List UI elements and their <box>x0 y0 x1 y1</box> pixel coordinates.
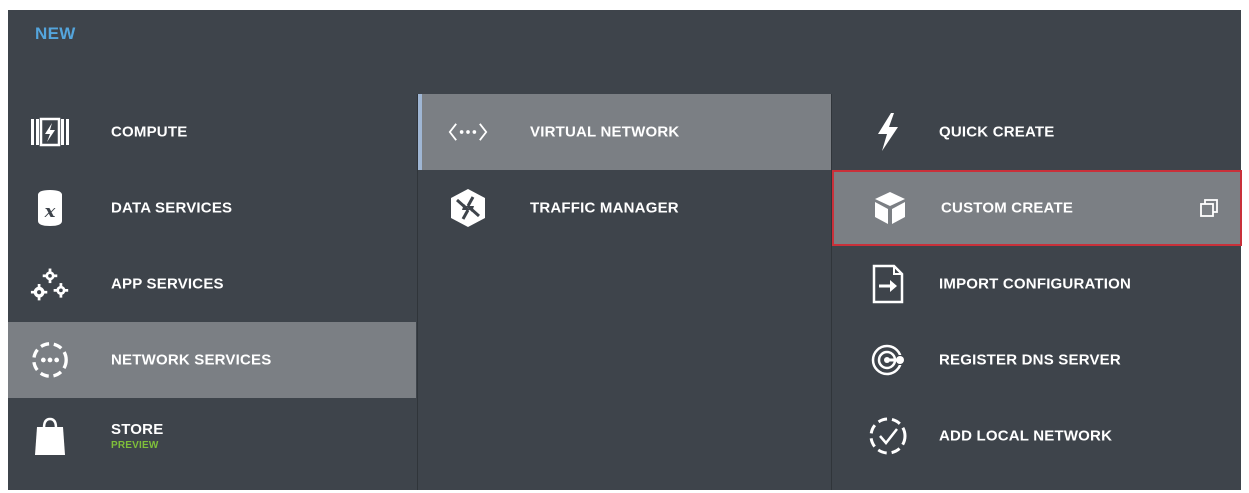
popout-icon[interactable] <box>1200 199 1218 217</box>
service-label: TRAFFIC MANAGER <box>530 199 679 217</box>
service-traffic-manager[interactable]: TRAFFIC MANAGER <box>418 170 831 246</box>
action-add-local-network[interactable]: ADD LOCAL NETWORK <box>832 398 1242 474</box>
new-menu-panel: NEW COMPUTE x DATA SERVICES APP SERVICES… <box>8 10 1242 490</box>
lightning-icon <box>868 112 908 152</box>
action-label: CUSTOM CREATE <box>941 199 1074 217</box>
package-icon <box>870 188 910 228</box>
category-store[interactable]: STORE PREVIEW <box>8 398 416 474</box>
action-register-dns-server[interactable]: REGISTER DNS SERVER <box>832 322 1242 398</box>
add-local-network-icon <box>868 416 908 456</box>
store-icon <box>30 416 70 456</box>
import-icon <box>868 264 908 304</box>
category-label: NETWORK SERVICES <box>111 351 272 369</box>
app-services-icon <box>30 264 70 304</box>
service-label: VIRTUAL NETWORK <box>530 123 680 141</box>
virtual-network-icon <box>448 112 488 152</box>
category-app-services[interactable]: APP SERVICES <box>8 246 416 322</box>
new-header-title: NEW <box>35 24 76 43</box>
action-import-configuration[interactable]: IMPORT CONFIGURATION <box>832 246 1242 322</box>
selection-accent-bar <box>418 94 422 170</box>
category-label: DATA SERVICES <box>111 199 233 217</box>
category-network-services[interactable]: NETWORK SERVICES <box>8 322 416 398</box>
action-label: IMPORT CONFIGURATION <box>939 275 1132 293</box>
action-quick-create[interactable]: QUICK CREATE <box>832 94 1242 170</box>
data-services-icon: x <box>30 188 70 228</box>
store-label: STORE <box>111 421 164 438</box>
service-virtual-network[interactable]: VIRTUAL NETWORK <box>418 94 831 170</box>
category-label: COMPUTE <box>111 123 188 141</box>
category-column: COMPUTE x DATA SERVICES APP SERVICES NET… <box>8 94 416 490</box>
actions-column: QUICK CREATE CUSTOM CREATE IMPORT CONFIG… <box>831 94 1242 490</box>
action-label: QUICK CREATE <box>939 123 1055 141</box>
network-services-icon <box>30 340 70 380</box>
action-label: REGISTER DNS SERVER <box>939 351 1121 369</box>
category-compute[interactable]: COMPUTE <box>8 94 416 170</box>
category-label: APP SERVICES <box>111 275 224 293</box>
preview-badge: PREVIEW <box>111 440 159 451</box>
category-label: STORE PREVIEW <box>111 421 163 451</box>
action-label: ADD LOCAL NETWORK <box>939 427 1113 445</box>
dns-icon <box>868 340 908 380</box>
svg-text:x: x <box>44 201 56 222</box>
category-data-services[interactable]: x DATA SERVICES <box>8 170 416 246</box>
traffic-manager-icon <box>448 188 488 228</box>
compute-icon <box>30 112 70 152</box>
network-services-column: VIRTUAL NETWORK TRAFFIC MANAGER <box>417 94 831 490</box>
action-custom-create[interactable]: CUSTOM CREATE <box>832 170 1242 246</box>
